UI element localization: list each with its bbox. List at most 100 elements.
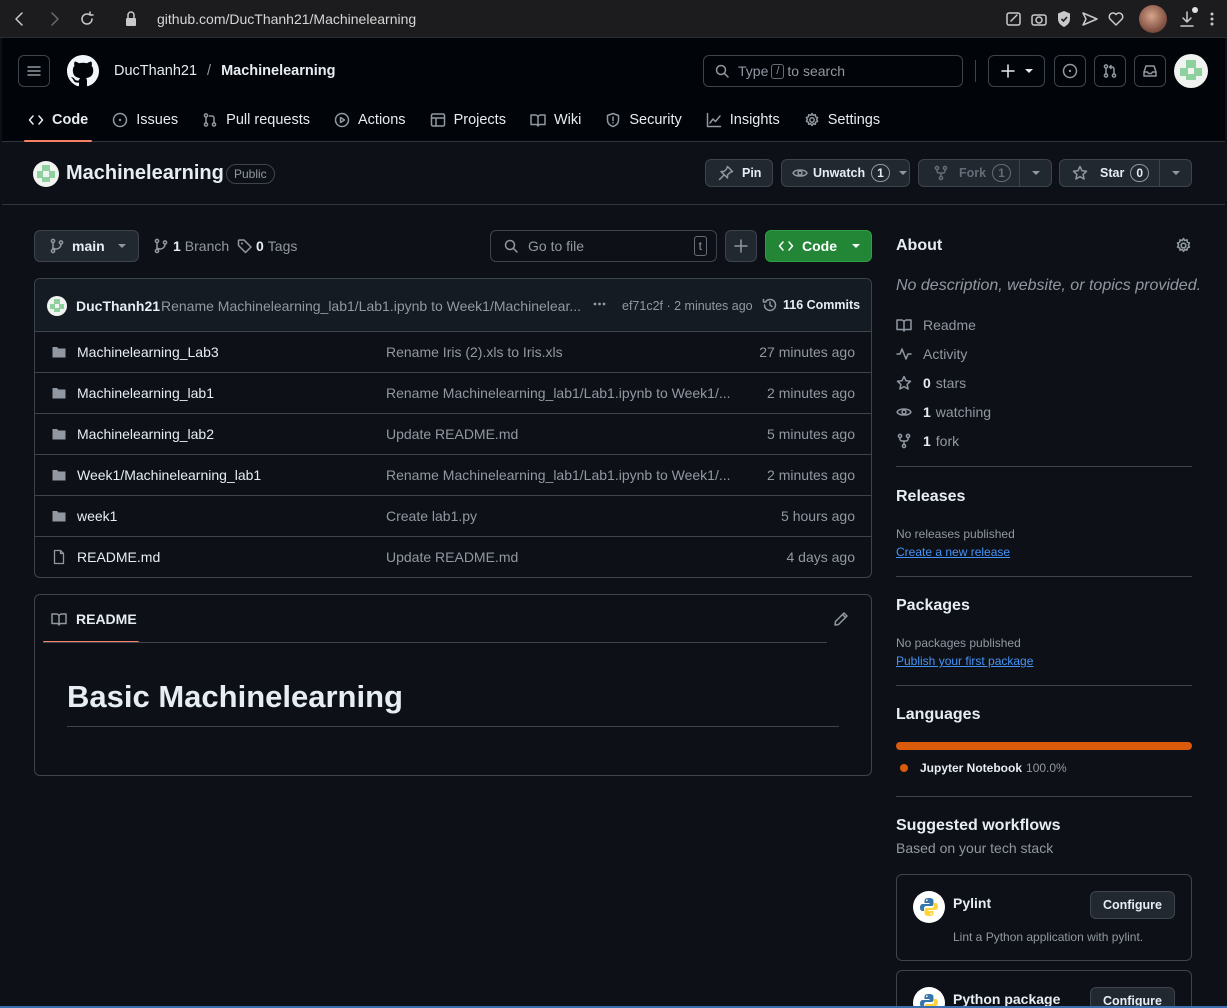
search-placeholder-prefix: Type [738, 63, 769, 79]
add-file-button[interactable] [725, 230, 757, 262]
language-color-dot [900, 764, 908, 772]
commit-author[interactable]: DucThanh21 [76, 298, 160, 314]
github-logo-icon[interactable] [67, 55, 99, 87]
search-input[interactable]: Type / to search [703, 55, 963, 87]
file-name-link[interactable]: Machinelearning_Lab3 [77, 344, 219, 360]
file-commit-time: 4 days ago [786, 549, 856, 565]
file-commit-message[interactable]: Rename Machinelearning_lab1/Lab1.ipynb t… [386, 467, 731, 483]
branches-link[interactable]: 1 Branch [153, 238, 229, 254]
readme-heading: Basic Machinelearning [67, 679, 403, 714]
file-commit-message[interactable]: Update README.md [386, 549, 518, 565]
hamburger-menu-button[interactable] [18, 55, 50, 87]
commit-author-avatar[interactable] [47, 296, 67, 316]
reload-icon[interactable] [77, 9, 97, 29]
readme-link[interactable]: Readme [896, 317, 976, 333]
repo-name[interactable]: Machinelearning [66, 162, 224, 185]
profile-avatar[interactable] [1139, 5, 1167, 33]
language-percent: 100.0% [1026, 761, 1067, 775]
book-icon [896, 319, 912, 332]
star-count: 0 [1130, 164, 1150, 182]
edit-pencil-icon[interactable] [833, 611, 849, 627]
file-name-link[interactable]: week1 [77, 508, 117, 524]
packages-empty-text: No packages published [896, 636, 1021, 650]
configure-button[interactable]: Configure [1089, 987, 1175, 1008]
file-name-link[interactable]: Week1/Machinelearning_lab1 [77, 467, 261, 483]
git-branch-icon [50, 238, 64, 254]
tab-wiki[interactable]: Wiki [518, 98, 593, 142]
publish-package-link[interactable]: Publish your first package [896, 654, 1033, 668]
watching-link[interactable]: 1 watching [896, 404, 991, 420]
stars-link[interactable]: 0 stars [896, 375, 966, 391]
create-new-button[interactable] [988, 55, 1045, 87]
tab-label: Code [52, 112, 89, 128]
file-commit-time: 5 minutes ago [767, 426, 855, 442]
owner-link[interactable]: DucThanh21 [114, 63, 197, 79]
tab-security[interactable]: Security [593, 98, 693, 142]
code-download-button[interactable]: Code [765, 230, 872, 262]
fork-dropdown-button[interactable] [1019, 159, 1052, 187]
tab-actions[interactable]: Actions [322, 98, 418, 142]
unwatch-button[interactable]: Unwatch 1 [781, 159, 910, 187]
configure-button[interactable]: Configure [1089, 891, 1175, 919]
commits-history-link[interactable]: 116 Commits [762, 297, 860, 313]
create-release-link[interactable]: Create a new release [896, 545, 1010, 559]
graph-icon [706, 112, 721, 128]
inbox-button[interactable] [1134, 55, 1166, 87]
tab-insights[interactable]: Insights [694, 98, 792, 142]
file-commit-message[interactable]: Update README.md [386, 426, 518, 442]
code-icon [778, 241, 794, 251]
tab-issues[interactable]: Issues [100, 98, 190, 142]
tab-label: Wiki [553, 112, 582, 128]
heart-icon[interactable] [1106, 9, 1126, 29]
forward-icon[interactable] [44, 9, 64, 29]
commit-sha-time[interactable]: ef71c2f · 2 minutes ago [622, 299, 753, 313]
forks-link[interactable]: 1 fork [896, 433, 959, 449]
tab-pull-requests[interactable]: Pull requests [190, 98, 322, 142]
file-commit-message[interactable]: Rename Iris (2).xls to Iris.xls [386, 344, 563, 360]
star-button[interactable]: Star 0 [1059, 159, 1160, 187]
pin-button[interactable]: Pin [705, 159, 773, 187]
file-name-link[interactable]: Machinelearning_lab2 [77, 426, 214, 442]
file-name-link[interactable]: Machinelearning_lab1 [77, 385, 214, 401]
github-header: DucThanh21 / Machinelearning Type / to s… [2, 38, 1225, 142]
tab-code[interactable]: Code [16, 98, 100, 142]
gear-icon[interactable] [1175, 237, 1192, 254]
file-name-link[interactable]: README.md [77, 549, 160, 565]
inbox-icon [1143, 65, 1157, 77]
address-bar[interactable]: github.com/DucThanh21/Machinelearning [157, 11, 416, 27]
search-icon [715, 64, 729, 78]
pull-requests-button[interactable] [1094, 55, 1126, 87]
commit-message[interactable]: Rename Machinelearning_lab1/Lab1.ipynb t… [161, 298, 581, 314]
tab-settings[interactable]: Settings [792, 98, 892, 142]
triangle-down-icon [1171, 171, 1180, 175]
user-avatar[interactable] [1174, 54, 1208, 88]
packages-heading[interactable]: Packages [896, 597, 970, 615]
repo-link[interactable]: Machinelearning [221, 63, 335, 79]
branch-selector-button[interactable]: main [34, 230, 139, 262]
camera-icon[interactable] [1029, 9, 1049, 29]
shield-extension-icon[interactable] [1054, 9, 1074, 29]
edit-share-icon[interactable] [1004, 9, 1024, 29]
search-shortcut-key: / [771, 63, 785, 79]
file-commit-message[interactable]: Create lab1.py [386, 508, 477, 524]
issues-button[interactable] [1054, 55, 1086, 87]
send-icon[interactable] [1080, 9, 1100, 29]
tags-link[interactable]: 0 Tags [237, 238, 297, 254]
file-commit-time: 27 minutes ago [759, 344, 855, 360]
readme-tab[interactable]: README [51, 611, 137, 627]
fork-button[interactable]: Fork 1 [918, 159, 1020, 187]
go-to-file-input[interactable]: Go to file t [490, 230, 717, 262]
file-commit-message[interactable]: Rename Machinelearning_lab1/Lab1.ipynb t… [386, 385, 731, 401]
releases-heading[interactable]: Releases [896, 488, 965, 506]
back-icon[interactable] [10, 9, 30, 29]
star-dropdown-button[interactable] [1159, 159, 1192, 187]
activity-link[interactable]: Activity [896, 346, 967, 362]
menu-dots-icon[interactable] [1205, 9, 1219, 29]
triangle-down-icon [1024, 69, 1033, 73]
visibility-badge: Public [226, 164, 275, 184]
ellipsis-icon[interactable] [591, 297, 608, 311]
language-item[interactable]: Jupyter Notebook 100.0% [900, 761, 1067, 775]
tab-projects[interactable]: Projects [418, 98, 518, 142]
sidebar-divider [896, 466, 1192, 467]
file-icon [51, 549, 67, 565]
